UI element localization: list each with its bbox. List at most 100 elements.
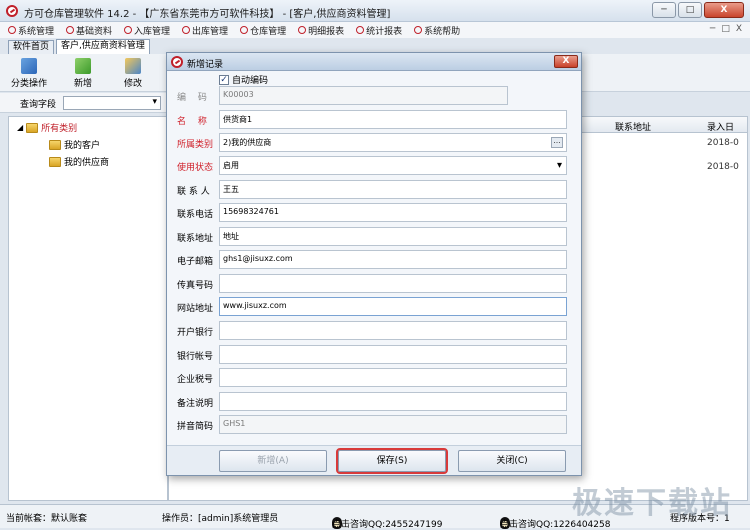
name-input[interactable]: 供货商1 bbox=[219, 110, 567, 129]
grid-cell-date: 2018-0 bbox=[707, 138, 739, 148]
tab-home[interactable]: 软件首页 bbox=[8, 40, 55, 54]
code-input[interactable]: K00003 bbox=[219, 86, 508, 105]
field-label: 联 系 人 bbox=[177, 187, 210, 197]
field-label: 企业税号 bbox=[177, 375, 214, 385]
field-label: 电子邮箱 bbox=[177, 257, 214, 267]
filter-field-select[interactable] bbox=[63, 96, 161, 110]
column-header-date[interactable]: 录入日 bbox=[707, 120, 734, 133]
app-logo-icon bbox=[171, 56, 183, 68]
field-pinyin: 拼音简码 GHS1 bbox=[177, 415, 567, 435]
field-label: 联系地址 bbox=[177, 234, 214, 244]
tree-node-suppliers[interactable]: 我的供应商 bbox=[49, 155, 109, 168]
field-email: 电子邮箱 ghs1@jisuxz.com bbox=[177, 250, 567, 270]
tree-root-label: 所有类别 bbox=[41, 124, 78, 134]
email-input[interactable]: ghs1@jisuxz.com bbox=[219, 250, 567, 269]
field-label: 备注说明 bbox=[177, 399, 214, 409]
auto-code-checkbox[interactable]: ✓ 自动编码 bbox=[219, 73, 268, 86]
menu-inbound[interactable]: 入库管理 bbox=[124, 24, 170, 37]
add-icon bbox=[75, 58, 91, 74]
bank-account-input[interactable] bbox=[219, 345, 567, 364]
add-button[interactable]: 新增 bbox=[62, 58, 104, 89]
chevron-down-icon[interactable]: ▾ bbox=[557, 160, 562, 171]
fax-input[interactable] bbox=[219, 274, 567, 293]
field-fax: 传真号码 bbox=[177, 274, 567, 294]
field-phone: 联系电话 15698324761 bbox=[177, 203, 567, 223]
new-record-dialog: 新增记录 X ✓ 自动编码 编 码 K00003 名 称 供货商1 所属类别 2… bbox=[166, 52, 582, 476]
field-contact: 联 系 人 王五 bbox=[177, 180, 567, 200]
mdi-close-button[interactable]: X bbox=[736, 24, 742, 34]
mdi-minimize-button[interactable]: ─ bbox=[710, 24, 715, 34]
basic-data-icon bbox=[66, 26, 75, 34]
remarks-input[interactable] bbox=[219, 392, 567, 411]
app-logo-icon bbox=[6, 5, 18, 17]
detail-report-icon bbox=[298, 26, 307, 34]
tree-node-customers[interactable]: 我的客户 bbox=[49, 138, 100, 151]
maximize-button[interactable]: □ bbox=[678, 2, 702, 18]
warehouse-icon bbox=[240, 26, 249, 34]
category-button[interactable]: 分类操作 bbox=[8, 58, 50, 89]
filter-bar: 查询字段 bbox=[0, 93, 168, 113]
menu-system[interactable]: 系统管理 bbox=[8, 24, 54, 37]
menu-stat-report[interactable]: 统计报表 bbox=[356, 24, 402, 37]
stat-report-icon bbox=[356, 26, 365, 34]
menu-warehouse[interactable]: 仓库管理 bbox=[240, 24, 286, 37]
dialog-close-button[interactable]: X bbox=[554, 55, 578, 68]
folder-icon bbox=[49, 139, 61, 150]
system-icon bbox=[8, 26, 16, 34]
edit-icon bbox=[125, 58, 141, 74]
pinyin-input[interactable]: GHS1 bbox=[219, 415, 567, 434]
dialog-footer: 新增(A) 保存(S) 关闭(C) bbox=[167, 445, 581, 475]
field-website: 网站地址 www.jisuxz.com bbox=[177, 297, 567, 317]
field-category: 所属类别 2)我的供应商 … bbox=[177, 133, 567, 153]
minimize-button[interactable]: ─ bbox=[652, 2, 676, 18]
website-input[interactable]: www.jisuxz.com bbox=[219, 297, 567, 316]
dialog-titlebar: 新增记录 X bbox=[167, 53, 581, 71]
column-header-address[interactable]: 联系地址 bbox=[615, 120, 651, 133]
dialog-close-action-button[interactable]: 关闭(C) bbox=[458, 450, 566, 472]
address-input[interactable]: 地址 bbox=[219, 227, 567, 246]
edit-button[interactable]: 修改 bbox=[112, 58, 154, 89]
filter-label: 查询字段 bbox=[20, 100, 57, 110]
category-input[interactable]: 2)我的供应商 … bbox=[219, 133, 567, 152]
checkbox-check-icon[interactable]: ✓ bbox=[219, 74, 229, 85]
bank-input[interactable] bbox=[219, 321, 567, 340]
tree-node-label: 我的供应商 bbox=[64, 158, 110, 168]
tree-node-label: 我的客户 bbox=[64, 141, 101, 151]
field-label: 银行帐号 bbox=[177, 352, 214, 362]
tax-id-input[interactable] bbox=[219, 368, 567, 387]
help-icon bbox=[414, 26, 423, 34]
mdi-restore-button[interactable]: □ bbox=[721, 24, 730, 34]
field-label: 名 称 bbox=[177, 117, 207, 127]
field-bank: 开户银行 bbox=[177, 321, 567, 341]
phone-input[interactable]: 15698324761 bbox=[219, 203, 567, 222]
menu-basic-data[interactable]: 基础资料 bbox=[66, 24, 112, 37]
window-titlebar: 方可仓库管理软件 14.2 - 【广东省东莞市方可软件科技】 - [客户,供应商… bbox=[0, 0, 750, 22]
mdi-controls: ─ □ X bbox=[710, 24, 742, 34]
field-status: 使用状态 启用 ▾ bbox=[177, 156, 567, 176]
tree-root[interactable]: ◢ 所有类别 bbox=[17, 121, 77, 134]
field-label: 传真号码 bbox=[177, 281, 214, 291]
menu-help[interactable]: 系统帮助 bbox=[414, 24, 460, 37]
browse-category-button[interactable]: … bbox=[551, 137, 563, 148]
collapse-icon[interactable]: ◢ bbox=[17, 123, 23, 132]
dialog-save-button[interactable]: 保存(S) bbox=[336, 448, 448, 474]
field-label: 联系电话 bbox=[177, 210, 214, 220]
auto-code-label: 自动编码 bbox=[232, 76, 269, 86]
field-label: 编 码 bbox=[177, 93, 207, 103]
document-tabs: 软件首页 客户,供应商资料管理 bbox=[8, 39, 150, 54]
site-watermark: 极速下载站 bbox=[572, 486, 732, 521]
menu-detail-report[interactable]: 明细报表 bbox=[298, 24, 344, 37]
folder-icon bbox=[26, 122, 39, 133]
field-label: 网站地址 bbox=[177, 304, 214, 314]
menu-outbound[interactable]: 出库管理 bbox=[182, 24, 228, 37]
tab-customer-supplier[interactable]: 客户,供应商资料管理 bbox=[56, 39, 150, 54]
dialog-add-button[interactable]: 新增(A) bbox=[219, 450, 327, 472]
status-account: 当前帐套：默认账套 bbox=[6, 514, 88, 524]
field-label: 开户银行 bbox=[177, 328, 214, 338]
close-window-button[interactable]: X bbox=[704, 2, 744, 18]
status-select[interactable]: 启用 ▾ bbox=[219, 156, 567, 175]
field-bank-account: 银行帐号 bbox=[177, 345, 567, 365]
field-label: 使用状态 bbox=[177, 163, 214, 173]
inbound-icon bbox=[124, 26, 133, 34]
contact-input[interactable]: 王五 bbox=[219, 180, 567, 199]
